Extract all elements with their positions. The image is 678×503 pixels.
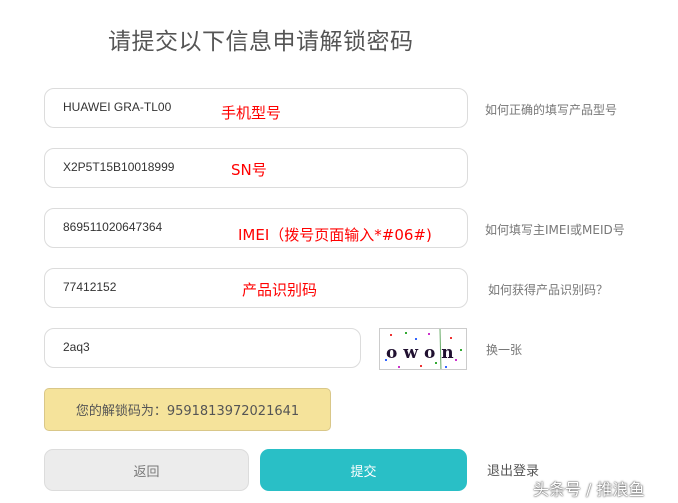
captcha-field[interactable]: [44, 328, 361, 368]
model-annotation: 手机型号: [221, 104, 282, 122]
product-code-help-link[interactable]: 如何获得产品识别码？: [488, 281, 608, 298]
logout-link[interactable]: 退出登录: [487, 460, 539, 479]
submit-button[interactable]: 提交: [260, 449, 467, 491]
sn-annotation: SN号: [231, 161, 267, 179]
captcha-input[interactable]: [63, 340, 343, 354]
captcha-noise: owon: [385, 329, 462, 369]
product-code-annotation: 产品识别码: [242, 281, 318, 299]
captcha-text: owon: [386, 343, 460, 363]
watermark: 头条号 / 推浪鱼: [533, 480, 645, 499]
captcha-image[interactable]: owon: [379, 328, 467, 370]
imei-annotation: IMEI（拨号页面输入*#06#): [238, 226, 432, 244]
unlock-code-result: 您的解锁码为：9591813972021641: [44, 388, 331, 431]
back-button[interactable]: 返回: [44, 449, 249, 491]
model-help-link[interactable]: 如何正确的填写产品型号: [485, 101, 617, 118]
imei-help-link[interactable]: 如何填写主IMEI或MEID号: [485, 221, 625, 238]
captcha-refresh-link[interactable]: 换一张: [486, 341, 522, 358]
page-title: 请提交以下信息申请解锁密码: [108, 29, 414, 55]
